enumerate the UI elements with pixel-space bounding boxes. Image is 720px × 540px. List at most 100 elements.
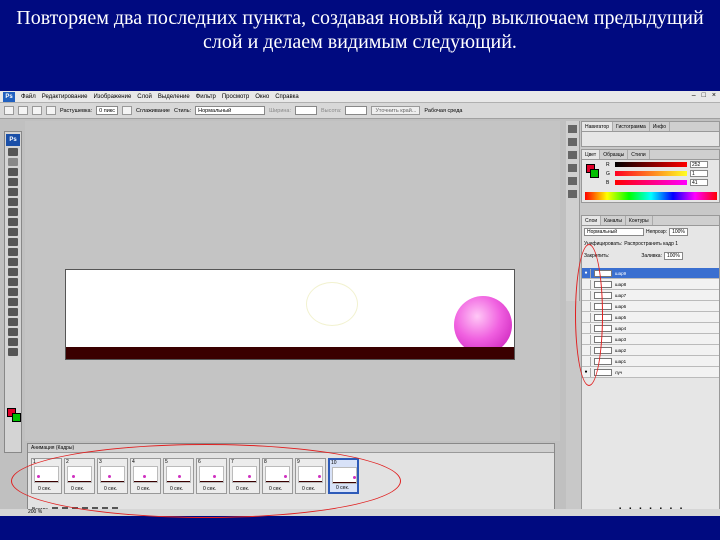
options-bar: Растушевка: 0 пикс Сглаживание Стиль: Но… bbox=[0, 103, 720, 119]
eraser-tool-icon[interactable] bbox=[8, 248, 18, 256]
layer-name: луч bbox=[615, 369, 623, 375]
menu-help[interactable]: Справка bbox=[272, 94, 302, 100]
style-select[interactable]: Нормальный bbox=[195, 106, 266, 115]
marquee-tool-icon[interactable] bbox=[8, 158, 18, 166]
dodge-tool-icon[interactable] bbox=[8, 278, 18, 286]
propagate-label[interactable]: Распространить кадр 1 bbox=[624, 241, 678, 247]
layer-name: шар3 bbox=[615, 336, 627, 342]
style-label: Стиль: bbox=[173, 107, 192, 114]
maximize-button[interactable]: □ bbox=[702, 92, 706, 99]
history-brush-tool-icon[interactable] bbox=[8, 238, 18, 246]
background-color-swatch[interactable] bbox=[12, 413, 21, 422]
menu-filter[interactable]: Фильтр bbox=[193, 94, 219, 100]
crop-tool-icon[interactable] bbox=[8, 188, 18, 196]
tab-channels[interactable]: Каналы bbox=[601, 216, 626, 225]
window-controls: – □ × bbox=[692, 92, 716, 99]
tab-layers[interactable]: Слои bbox=[582, 216, 602, 225]
slider-b-track[interactable] bbox=[615, 180, 687, 185]
paragraph-icon[interactable] bbox=[568, 190, 577, 198]
type-tool-icon[interactable] bbox=[8, 298, 18, 306]
menu-view[interactable]: Просмотр bbox=[219, 94, 252, 100]
fill-input[interactable]: 100% bbox=[663, 252, 683, 260]
ps-logo: Ps bbox=[6, 134, 20, 146]
close-button[interactable]: × bbox=[712, 92, 716, 99]
antialias-checkbox[interactable] bbox=[122, 106, 132, 115]
eyedropper-tool-icon[interactable] bbox=[8, 198, 18, 206]
slider-b-value[interactable]: 41 bbox=[690, 179, 708, 186]
pen-tool-icon[interactable] bbox=[8, 288, 18, 296]
slider-b[interactable]: B 41 bbox=[582, 178, 719, 187]
menu-select[interactable]: Выделение bbox=[155, 94, 193, 100]
notes-tool-icon[interactable] bbox=[8, 328, 18, 336]
blur-tool-icon[interactable] bbox=[8, 268, 18, 276]
tab-navigator[interactable]: Навигатор bbox=[582, 122, 614, 131]
slider-g-track[interactable] bbox=[615, 171, 687, 176]
slider-r[interactable]: R 252 bbox=[582, 160, 719, 169]
slider-r-track[interactable] bbox=[615, 162, 687, 167]
zoom-tool-icon[interactable] bbox=[8, 348, 18, 356]
tab-swatches[interactable]: Образцы bbox=[600, 150, 629, 159]
feather-input[interactable]: 0 пикс bbox=[96, 106, 118, 115]
layer-name: шар9 bbox=[615, 270, 627, 276]
tab-histogram[interactable]: Гистограмма bbox=[613, 122, 650, 131]
menu-file[interactable]: Файл bbox=[18, 94, 39, 100]
tab-paths[interactable]: Контуры bbox=[626, 216, 653, 225]
layer-row[interactable]: шар1 bbox=[582, 356, 719, 367]
magic-wand-tool-icon[interactable] bbox=[8, 178, 18, 186]
slider-g-label: G bbox=[606, 170, 610, 177]
feather-label: Растушевка: bbox=[60, 107, 93, 114]
new-selection-icon[interactable] bbox=[18, 106, 28, 115]
tab-color[interactable]: Цвет bbox=[582, 150, 601, 159]
refine-edge-button[interactable]: Уточнить край... bbox=[371, 106, 421, 115]
add-selection-icon[interactable] bbox=[32, 106, 42, 115]
hand-tool-icon[interactable] bbox=[8, 338, 18, 346]
blend-row: Нормальный Непрозр: 100% bbox=[582, 226, 719, 238]
brush-tool-icon[interactable] bbox=[8, 218, 18, 226]
menu-window[interactable]: Окно bbox=[252, 94, 272, 100]
character-icon[interactable] bbox=[568, 177, 577, 185]
layer-name: шар7 bbox=[615, 292, 627, 298]
toolbox: Ps bbox=[4, 131, 22, 453]
color-panel: Цвет Образцы Стили R 252 G 1 B 41 bbox=[581, 149, 720, 203]
color-background-swatch[interactable] bbox=[590, 169, 599, 178]
move-tool-icon[interactable] bbox=[8, 148, 18, 156]
document-canvas[interactable] bbox=[65, 269, 515, 360]
slider-r-value[interactable]: 252 bbox=[690, 161, 708, 168]
layer-row[interactable]: шар2 bbox=[582, 345, 719, 356]
layer-name: шар6 bbox=[615, 303, 627, 309]
path-select-tool-icon[interactable] bbox=[8, 308, 18, 316]
stamp-tool-icon[interactable] bbox=[8, 228, 18, 236]
height-input[interactable] bbox=[345, 106, 368, 115]
zoom-level: 200 % bbox=[28, 509, 43, 515]
healing-brush-tool-icon[interactable] bbox=[8, 208, 18, 216]
layer-row[interactable]: шар8 bbox=[582, 279, 719, 290]
layer-row[interactable]: шар3 bbox=[582, 334, 719, 345]
slider-g[interactable]: G 1 bbox=[582, 169, 719, 178]
slider-b-label: B bbox=[606, 179, 610, 186]
menu-image[interactable]: Изображение bbox=[90, 94, 134, 100]
layer-name: шар1 bbox=[615, 358, 627, 364]
tab-info[interactable]: Инфо bbox=[650, 122, 671, 131]
clone-source-icon[interactable] bbox=[568, 164, 577, 172]
color-spectrum[interactable] bbox=[585, 192, 717, 200]
marquee-tool-icon[interactable] bbox=[4, 106, 14, 115]
history-icon[interactable] bbox=[568, 125, 577, 133]
layer-row[interactable]: ● луч bbox=[582, 367, 719, 378]
blend-mode-select[interactable]: Нормальный bbox=[584, 228, 644, 236]
brushes-icon[interactable] bbox=[568, 151, 577, 159]
gradient-tool-icon[interactable] bbox=[8, 258, 18, 266]
tab-styles[interactable]: Стили bbox=[628, 150, 650, 159]
layer-row[interactable]: ● шар9 bbox=[582, 268, 719, 279]
menu-edit[interactable]: Редактирование bbox=[39, 94, 91, 100]
opacity-input[interactable]: 100% bbox=[669, 228, 688, 236]
slider-g-value[interactable]: 1 bbox=[690, 170, 708, 177]
app-logo-icon: Ps bbox=[3, 91, 15, 102]
width-input[interactable] bbox=[295, 106, 318, 115]
shape-tool-icon[interactable] bbox=[8, 318, 18, 326]
actions-icon[interactable] bbox=[568, 138, 577, 146]
subtract-selection-icon[interactable] bbox=[46, 106, 56, 115]
minimize-button[interactable]: – bbox=[692, 92, 696, 99]
workspace-label[interactable]: Рабочая среда bbox=[424, 108, 462, 114]
menu-layer[interactable]: Слой bbox=[134, 94, 155, 100]
lasso-tool-icon[interactable] bbox=[8, 168, 18, 176]
